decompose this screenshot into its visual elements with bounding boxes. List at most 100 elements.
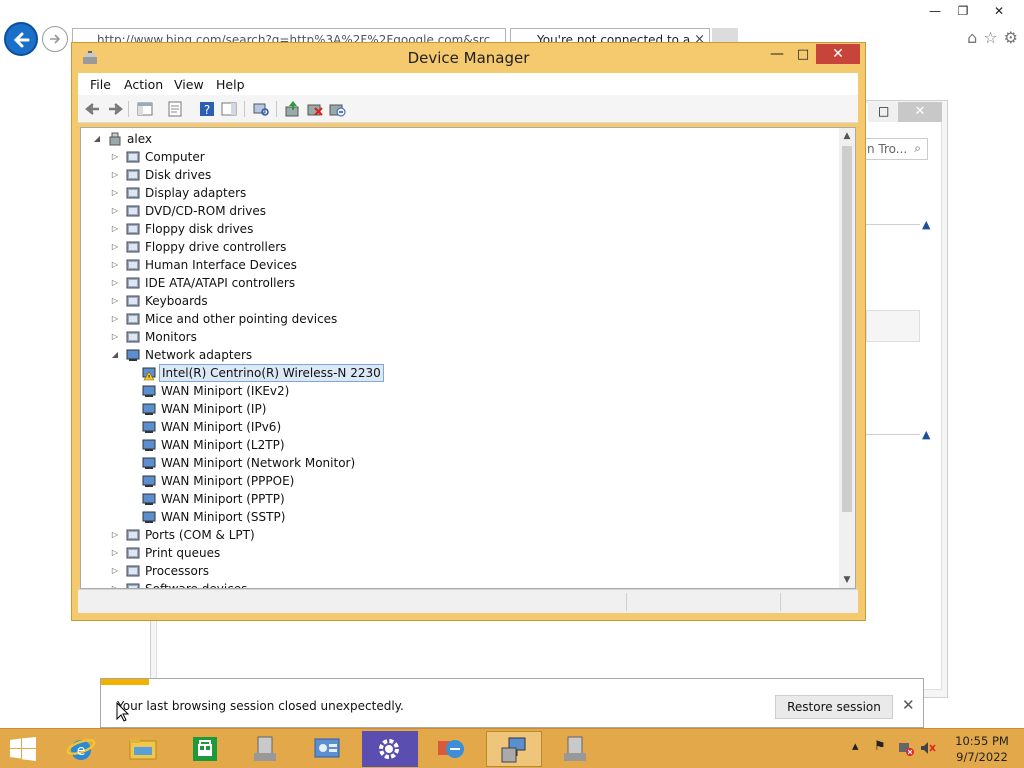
menu-action[interactable]: Action [124,77,163,92]
scroll-thumb[interactable] [842,146,852,512]
show-hidden-icons-chevron-icon[interactable]: ▴ [852,739,859,754]
collapse-arrow-icon[interactable]: ◢ [91,130,103,148]
menu-view[interactable]: View [174,77,204,92]
properties-icon[interactable] [166,100,184,118]
device-manager-icon [564,736,586,761]
toolbar-separator [128,101,129,117]
scroll-up-arrow-icon[interactable]: ▲ [839,128,855,144]
tools-gear-icon[interactable]: ⚙ [1004,28,1018,47]
restore-session-button[interactable]: Restore session [775,695,893,719]
menu-file[interactable]: File [90,77,111,92]
browser-close-button[interactable]: ✕ [984,0,1014,22]
notification-close-icon[interactable]: ✕ [902,696,915,714]
taskbar-settings[interactable] [362,731,418,767]
tree-item-label: WAN Miniport (SSTP) [161,510,286,524]
collapse-arrow-icon[interactable]: ◢ [109,346,121,364]
toolbar: ? [78,95,858,123]
tree-item-label: WAN Miniport (PPTP) [161,492,285,506]
expand-arrow-icon[interactable]: ▷ [109,526,121,544]
taskbar-device-manager-a[interactable] [238,731,294,767]
network-adapter-icon [142,511,156,523]
expand-arrow-icon[interactable]: ▷ [109,220,121,238]
expand-arrow-icon[interactable]: ▷ [109,148,121,166]
uninstall-device-icon[interactable] [306,100,324,118]
expand-arrow-icon[interactable]: ▷ [109,328,121,346]
device-tree[interactable]: ▲ ▼ ◢ alex ▷ Computer ▷ Disk drives ▷ Display a… [80,127,856,589]
show-hide-console-tree-icon[interactable] [136,100,154,118]
store-icon [193,737,217,761]
status-divider [626,593,627,611]
volume-muted-icon[interactable] [920,740,936,756]
taskbar-device-manager-b[interactable] [548,731,604,767]
favorites-star-icon[interactable]: ☆ [983,28,997,47]
remote-desktop-icon [438,740,464,758]
home-icon[interactable]: ⌂ [967,28,977,47]
processor-icon [126,565,140,577]
tree-item-label: Mice and other pointing devices [145,312,338,326]
menu-bar: File Action View Help [78,73,858,95]
back-button[interactable] [4,22,38,56]
tree-item-label: WAN Miniport (IKEv2) [161,384,290,398]
expand-arrow-icon[interactable]: ▷ [109,166,121,184]
menu-help[interactable]: Help [216,77,245,92]
expand-arrow-icon[interactable]: ▷ [109,562,121,580]
expand-arrow-icon[interactable]: ▷ [109,274,121,292]
taskbar: e ▴ ⚑ 10:55 PM 9/7/2022 [0,728,1024,768]
restore-session-bar: Your last browsing session closed unexpe… [100,678,924,728]
tree-item-label: Floppy drive controllers [145,240,287,254]
page-dialog-maximize-button[interactable]: □ [878,104,889,118]
page-dialog-close-button[interactable]: ✕ [898,102,942,122]
tree-item-label: WAN Miniport (L2TP) [161,438,285,452]
expand-arrow-icon[interactable]: ▷ [109,544,121,562]
expand-arrow-icon[interactable]: ▷ [109,310,121,328]
browser-restore-button[interactable]: ❐ [948,0,978,22]
tree-item-label: Floppy disk drives [145,222,254,236]
tree-item-label: Print queues [145,546,221,560]
expand-arrow-icon[interactable]: ▷ [109,292,121,310]
forward-button[interactable] [42,26,68,52]
forward-icon[interactable] [106,100,124,118]
expand-arrow-icon[interactable]: ▷ [109,184,121,202]
help-icon[interactable]: ? [198,100,216,118]
page-search-text: n Tro... [867,142,908,156]
collapse-chevron-icon[interactable]: ▲ [922,218,930,231]
tree-item-label: IDE ATA/ATAPI controllers [145,276,296,290]
taskbar-store[interactable] [178,731,234,767]
update-driver-icon[interactable] [284,100,302,118]
scan-hardware-icon[interactable] [252,100,270,118]
taskbar-remote-app[interactable] [424,731,480,767]
vertical-scrollbar[interactable]: ▲ ▼ [839,128,855,588]
scroll-down-arrow-icon[interactable]: ▼ [839,572,855,588]
settings-gear-icon [379,739,399,759]
browser-toolbar-icons: ⌂ ☆ ⚙ [967,28,1018,47]
maximize-button[interactable]: □ [790,45,816,65]
expand-arrow-icon[interactable]: ▷ [109,238,121,256]
expand-arrow-icon[interactable]: ▷ [109,202,121,220]
tree-item-label: WAN Miniport (PPPOE) [161,474,295,488]
toolbar-separator [244,101,245,117]
close-button[interactable]: ✕ [816,44,860,64]
enable-device-icon[interactable] [328,100,346,118]
taskbar-device-manager-active[interactable] [486,731,542,767]
expand-arrow-icon[interactable]: ▷ [109,580,121,588]
browser-minimize-button[interactable]: — [920,0,950,22]
tree-item-label: WAN Miniport (IPv6) [161,420,282,434]
network-device-icon [501,737,526,763]
expand-arrow-icon[interactable]: ▷ [109,256,121,274]
divider [866,224,920,225]
minimize-button[interactable]: — [764,45,790,65]
action-pane-icon[interactable] [220,100,238,118]
title-bar[interactable]: Device Manager — □ ✕ [72,43,865,73]
taskbar-control-panel[interactable] [300,731,356,767]
floppy-disk-icon [126,223,140,235]
network-status-icon[interactable] [898,740,914,756]
windows-start-icon[interactable] [8,737,38,761]
page-search-input[interactable]: n Tro... ⌕ [860,138,928,160]
system-clock[interactable]: 10:55 PM 9/7/2022 [950,733,1014,765]
taskbar-file-explorer[interactable] [116,731,172,767]
floppy-controller-icon [126,241,140,253]
taskbar-internet-explorer[interactable]: e [54,731,110,767]
action-center-flag-icon[interactable]: ⚑ [874,739,886,754]
collapse-chevron-icon[interactable]: ▲ [922,428,930,441]
back-icon[interactable] [84,100,102,118]
